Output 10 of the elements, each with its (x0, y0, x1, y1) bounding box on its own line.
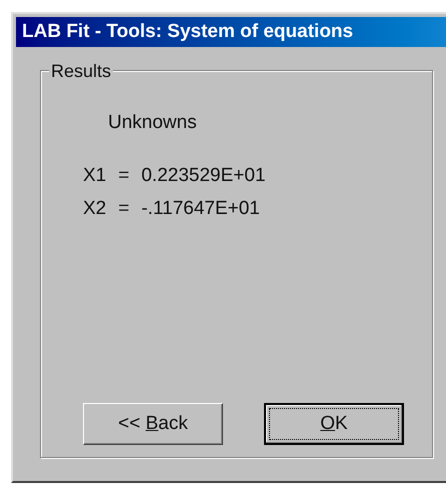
window-title: LAB Fit - Tools: System of equations (22, 20, 354, 44)
variable-name: X1 (83, 164, 106, 188)
variable-name: X2 (83, 197, 106, 221)
heading: Unknowns (108, 111, 198, 135)
variable-value: -.117647E+01 (141, 197, 261, 221)
ok-button[interactable]: OK (264, 403, 404, 445)
equals-sign: = (118, 164, 130, 188)
equals-sign: = (118, 197, 130, 221)
variable-value: 0.223529E+01 (141, 164, 266, 188)
back-button[interactable]: << Back (83, 403, 223, 445)
